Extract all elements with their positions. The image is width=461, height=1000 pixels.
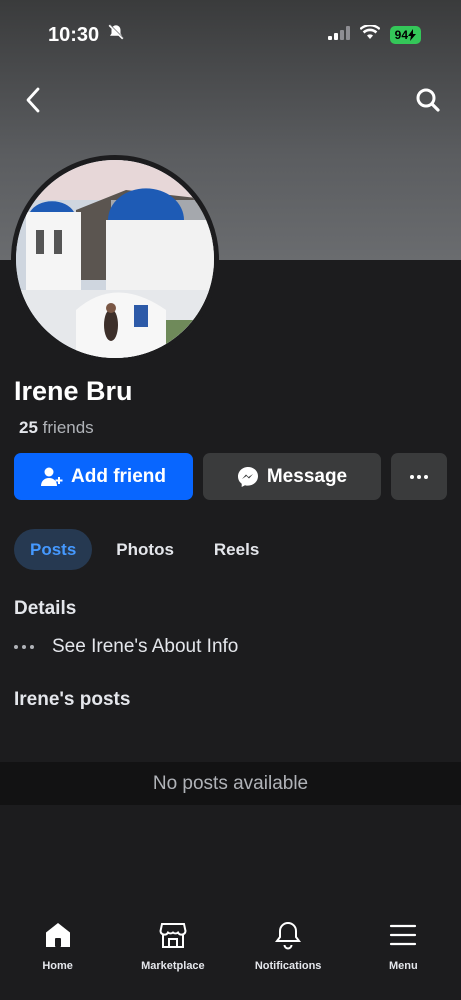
nav-marketplace-label: Marketplace <box>141 960 205 972</box>
search-button[interactable] <box>413 82 443 118</box>
status-time: 10:30 <box>48 23 100 46</box>
search-icon <box>416 88 440 112</box>
nav-notifications[interactable]: Notifications <box>233 918 343 1000</box>
back-button[interactable] <box>18 82 48 118</box>
details-heading: Details <box>14 598 77 619</box>
messenger-icon <box>237 466 258 487</box>
nav-menu-label: Menu <box>389 960 418 972</box>
message-button[interactable]: Message <box>203 453 381 500</box>
bell-icon <box>275 921 302 950</box>
about-info-link[interactable]: See Irene's About Info <box>14 636 238 658</box>
nav-marketplace[interactable]: Marketplace <box>118 918 228 1000</box>
more-dots-icon <box>14 645 38 649</box>
nav-home[interactable]: Home <box>3 918 113 1000</box>
profile-name: Irene Bru <box>14 376 133 406</box>
friends-count[interactable]: 25 friends <box>19 418 94 438</box>
add-friend-button[interactable]: Add friend <box>14 453 193 500</box>
status-bar: 10:30 94 <box>0 0 461 70</box>
add-friend-icon <box>41 467 63 486</box>
posts-heading: Irene's posts <box>14 689 131 710</box>
signal-icon <box>327 25 350 45</box>
profile-tabs: Posts Photos Reels <box>14 529 275 570</box>
nav-menu[interactable]: Menu <box>348 918 458 1000</box>
nav-home-label: Home <box>42 960 73 972</box>
tab-photos[interactable]: Photos <box>100 529 190 570</box>
silent-mode-icon <box>107 23 125 47</box>
empty-posts-message: No posts available <box>0 762 461 805</box>
wifi-icon <box>359 24 381 45</box>
profile-avatar[interactable] <box>11 155 219 363</box>
friends-count-number: 25 <box>19 418 38 437</box>
add-friend-label: Add friend <box>71 465 166 487</box>
charging-icon <box>408 29 416 41</box>
menu-icon <box>390 924 417 946</box>
battery-indicator: 94 <box>389 26 421 44</box>
more-options-button[interactable] <box>391 453 447 500</box>
bottom-nav: Home Marketplace Notifications Menu <box>0 908 461 1000</box>
friends-count-label: friends <box>42 418 94 437</box>
tab-reels[interactable]: Reels <box>198 529 275 570</box>
home-icon <box>45 923 70 947</box>
about-info-label: See Irene's About Info <box>52 636 239 657</box>
message-label: Message <box>266 465 348 487</box>
more-icon <box>410 474 428 479</box>
nav-notifications-label: Notifications <box>254 960 322 972</box>
chevron-left-icon <box>26 87 40 113</box>
marketplace-icon <box>159 923 187 948</box>
tab-posts[interactable]: Posts <box>14 529 93 570</box>
